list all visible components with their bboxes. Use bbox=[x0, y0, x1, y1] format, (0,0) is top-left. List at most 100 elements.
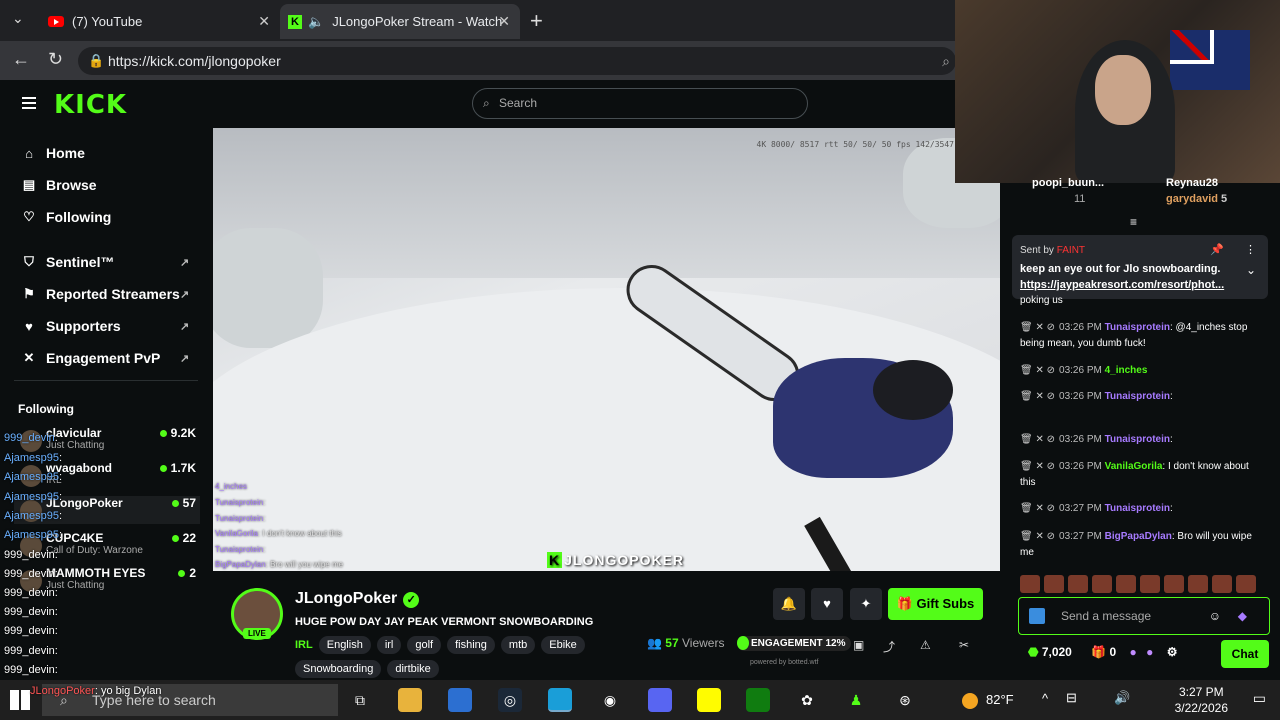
windows-start-icon[interactable] bbox=[10, 690, 30, 710]
gift-subs-button[interactable]: 🎁 Gift Subs bbox=[888, 588, 983, 620]
mod-actions-icon[interactable]: 🗑 ✕ ⊘ bbox=[1020, 434, 1055, 445]
menu-icon[interactable] bbox=[22, 97, 36, 109]
tray-up-icon[interactable]: ^ bbox=[1042, 691, 1048, 706]
network-icon[interactable]: ⊟ bbox=[1066, 690, 1077, 706]
tag[interactable]: fishing bbox=[447, 636, 495, 654]
tag[interactable]: Snowboarding bbox=[295, 660, 382, 678]
more-icon[interactable]: ⋮ bbox=[1245, 243, 1256, 256]
tag[interactable]: English bbox=[318, 636, 371, 654]
notification-bell-button[interactable]: 🔔 bbox=[773, 588, 805, 620]
search-icon[interactable]: ⌕ bbox=[942, 47, 950, 75]
follow-button[interactable]: ♥ bbox=[811, 588, 843, 620]
store-icon[interactable] bbox=[448, 688, 472, 712]
nav-sentinel[interactable]: ⛉ Sentinel™ ↗ bbox=[20, 250, 189, 274]
recorder-icon[interactable]: ⊛ bbox=[893, 688, 917, 712]
task-view-icon[interactable]: ⧉ bbox=[348, 688, 372, 712]
nav-home[interactable]: ⌂ Home bbox=[20, 141, 85, 165]
chat-username[interactable]: 4_inches bbox=[1105, 365, 1148, 376]
chevron-down-icon[interactable]: ⌄ bbox=[1246, 263, 1256, 277]
streamer-name[interactable]: JLongoPoker bbox=[295, 590, 397, 607]
emote-icon[interactable] bbox=[1116, 575, 1136, 593]
collapse-icon[interactable]: ≡ bbox=[1130, 215, 1137, 229]
chat-username[interactable]: VanilaGorila bbox=[1105, 461, 1163, 472]
file-explorer-icon[interactable] bbox=[398, 688, 422, 712]
kick-logo[interactable]: KICK bbox=[54, 90, 127, 120]
video-player[interactable]: 4K 8000/ 8517 rtt 50/ 50/ 50 fps 142/354… bbox=[213, 128, 1000, 571]
category-link[interactable]: IRL bbox=[295, 636, 313, 654]
chat-input[interactable]: Send a message ☺ ◆ bbox=[1018, 597, 1270, 635]
mod-actions-icon[interactable]: 🗑 ✕ ⊘ bbox=[1020, 322, 1055, 333]
tab-youtube[interactable]: (7) YouTube ✕ bbox=[40, 4, 280, 39]
tag[interactable]: dirtbike bbox=[387, 660, 439, 678]
weather-widget[interactable]: 82°F bbox=[962, 692, 1014, 709]
mod-actions-icon[interactable]: 🗑 ✕ ⊘ bbox=[1020, 365, 1055, 376]
chat-username[interactable]: BigPapaDylan bbox=[1105, 531, 1172, 542]
search-input[interactable]: ⌕ Search bbox=[472, 88, 808, 119]
search-placeholder: Search bbox=[499, 96, 538, 110]
volume-icon[interactable]: 🔊 bbox=[1114, 690, 1130, 706]
chat-username[interactable]: Tunaisprotein bbox=[1105, 434, 1170, 445]
emote-icon[interactable] bbox=[1164, 575, 1184, 593]
points-count[interactable]: 7,020 bbox=[1042, 645, 1072, 659]
mod-actions-icon[interactable]: 🗑 ✕ ⊘ bbox=[1020, 531, 1055, 542]
emote-icon[interactable] bbox=[1236, 575, 1256, 593]
emote-icon[interactable] bbox=[1044, 575, 1064, 593]
steam-icon[interactable]: ◎ bbox=[498, 688, 522, 712]
warning-icon[interactable]: ⚠ bbox=[920, 638, 931, 652]
emoji-icon[interactable]: ☺ bbox=[1209, 598, 1221, 634]
close-tab-icon[interactable]: ✕ bbox=[258, 13, 270, 30]
pinned-link[interactable]: https://jaypeakresort.com/resort/phot... bbox=[1020, 279, 1224, 291]
tab-list-dropdown-icon[interactable]: ⌄ bbox=[12, 10, 24, 27]
emote-icon[interactable] bbox=[1140, 575, 1160, 593]
speaker-icon[interactable]: 🔈 bbox=[308, 14, 324, 30]
taskbar-clock[interactable]: 3:27 PM 3/22/2026 bbox=[1175, 684, 1228, 716]
reload-icon[interactable]: ↻ bbox=[48, 49, 63, 70]
tag[interactable]: mtb bbox=[500, 636, 536, 654]
share-icon[interactable]: ⤴ bbox=[883, 638, 895, 655]
nav-following[interactable]: ♡ Following bbox=[20, 205, 111, 229]
sparkle-icon[interactable]: ◆ bbox=[1238, 598, 1247, 634]
snapchat-icon[interactable] bbox=[697, 688, 721, 712]
tag[interactable]: irl bbox=[376, 636, 402, 654]
edge-icon[interactable] bbox=[548, 688, 572, 712]
obs-icon[interactable]: ◉ bbox=[598, 688, 622, 712]
tag[interactable]: Ebike bbox=[541, 636, 585, 654]
emote-icon[interactable] bbox=[1068, 575, 1088, 593]
nav-reported-streamers[interactable]: ⚑ Reported Streamers ↗ bbox=[20, 282, 189, 306]
emote-icon[interactable] bbox=[1188, 575, 1208, 593]
lock-icon[interactable]: 🔒 bbox=[88, 47, 104, 75]
tag[interactable]: golf bbox=[407, 636, 442, 654]
mod-actions-icon[interactable]: 🗑 ✕ ⊘ bbox=[1020, 503, 1055, 514]
mod-actions-icon[interactable]: 🗑 ✕ ⊘ bbox=[1020, 391, 1055, 402]
close-tab-icon[interactable]: ✕ bbox=[498, 13, 510, 30]
back-arrow-icon[interactable]: ← bbox=[12, 49, 30, 70]
chat-send-button[interactable]: Chat bbox=[1221, 640, 1269, 668]
nav-label: Reported Streamers bbox=[46, 286, 180, 302]
emote-icon[interactable] bbox=[1020, 575, 1040, 593]
chat-username[interactable]: Tunaisprotein bbox=[1105, 391, 1170, 402]
7tv-icon[interactable]: ● bbox=[1130, 645, 1137, 659]
chat-username[interactable]: Tunaisprotein bbox=[1105, 322, 1170, 333]
chart-icon[interactable]: ▣ bbox=[853, 638, 864, 652]
mod-actions-icon[interactable]: 🗑 ✕ ⊘ bbox=[1020, 461, 1055, 472]
gif-icon[interactable]: ● bbox=[1146, 645, 1153, 659]
nav-browse[interactable]: ▤ Browse bbox=[20, 173, 97, 197]
emote-icon[interactable] bbox=[1092, 575, 1112, 593]
heart-icon: ♥ bbox=[25, 318, 33, 334]
app-icon[interactable]: ♟ bbox=[844, 688, 868, 712]
new-tab-button[interactable]: + bbox=[530, 8, 543, 34]
app-icon[interactable]: ✿ bbox=[795, 688, 819, 712]
xbox-icon[interactable] bbox=[746, 688, 770, 712]
nav-supporters[interactable]: ♥ Supporters ↗ bbox=[20, 314, 189, 338]
clip-icon[interactable]: ✂ bbox=[959, 638, 969, 652]
url-field[interactable]: 🔒 https://kick.com/jlongopoker ⌕ bbox=[78, 47, 956, 75]
pin-icon[interactable]: 📌 bbox=[1210, 243, 1224, 256]
discord-icon[interactable] bbox=[648, 688, 672, 712]
settings-icon[interactable]: ⚙ bbox=[1167, 645, 1178, 659]
nav-engagement-pvp[interactable]: ✕ Engagement PvP ↗ bbox=[20, 346, 190, 370]
chat-username[interactable]: Tunaisprotein bbox=[1105, 503, 1170, 514]
sparkle-button[interactable]: ✦ bbox=[850, 588, 882, 620]
emote-icon[interactable] bbox=[1212, 575, 1232, 593]
tab-kick[interactable]: K 🔈 JLongoPoker Stream - Watch ✕ bbox=[280, 4, 520, 39]
notification-icon[interactable]: ▭ bbox=[1253, 690, 1266, 707]
